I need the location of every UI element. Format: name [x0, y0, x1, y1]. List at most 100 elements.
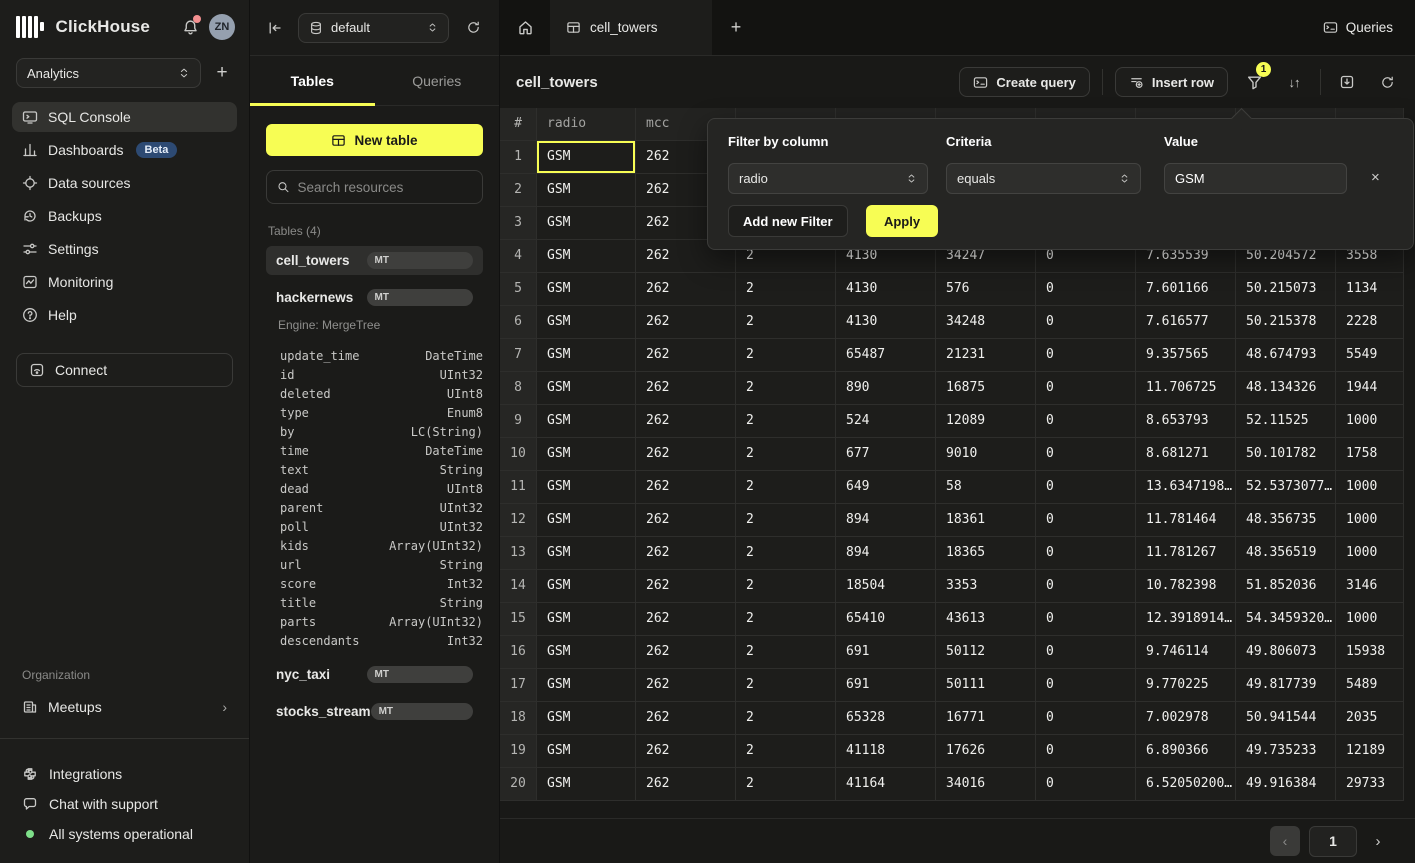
table-cell[interactable]: 50.215378 [1236, 306, 1336, 339]
table-cell[interactable]: GSM [537, 702, 636, 735]
add-new-filter-button[interactable]: Add new Filter [728, 205, 848, 237]
table-cell[interactable]: 2 [736, 702, 836, 735]
table-cell[interactable]: 1000 [1336, 471, 1404, 504]
table-cell[interactable]: 3353 [936, 570, 1036, 603]
table-cell[interactable]: 18365 [936, 537, 1036, 570]
table-cell[interactable]: 2 [736, 570, 836, 603]
table-cell[interactable]: 18504 [836, 570, 936, 603]
table-cell[interactable]: 262 [636, 537, 736, 570]
table-cell[interactable]: 262 [636, 636, 736, 669]
table-cell[interactable]: 262 [636, 273, 736, 306]
table-cell[interactable]: 0 [1036, 471, 1136, 504]
sidebar-item-system-status[interactable]: All systems operational [0, 819, 249, 849]
table-cell[interactable]: 0 [1036, 306, 1136, 339]
table-cell[interactable]: 11.781267 [1136, 537, 1236, 570]
table-cell[interactable]: 21231 [936, 339, 1036, 372]
table-cell[interactable]: 2 [736, 636, 836, 669]
column-header[interactable]: radio [537, 108, 636, 141]
table-cell[interactable]: 48.356735 [1236, 504, 1336, 537]
table-cell[interactable]: 8.681271 [1136, 438, 1236, 471]
row-number-cell[interactable]: 14 [500, 570, 537, 603]
sidebar-item-backups[interactable]: Backups [12, 201, 237, 231]
table-cell[interactable]: 262 [636, 570, 736, 603]
table-cell[interactable]: 48.356519 [1236, 537, 1336, 570]
table-cell[interactable]: 3146 [1336, 570, 1404, 603]
table-cell[interactable]: 17626 [936, 735, 1036, 768]
table-cell[interactable]: 5549 [1336, 339, 1404, 372]
row-number-cell[interactable]: 5 [500, 273, 537, 306]
table-cell[interactable]: GSM [537, 669, 636, 702]
table-cell[interactable]: 41118 [836, 735, 936, 768]
table-cell[interactable]: 48.134326 [1236, 372, 1336, 405]
table-cell[interactable]: 0 [1036, 570, 1136, 603]
refresh-tables-icon[interactable] [461, 16, 485, 40]
table-cell[interactable]: 1000 [1336, 504, 1404, 537]
sidebar-item-data-sources[interactable]: Data sources [12, 168, 237, 198]
table-cell[interactable]: 50.101782 [1236, 438, 1336, 471]
table-cell[interactable]: 262 [636, 735, 736, 768]
export-button[interactable] [1333, 68, 1361, 96]
table-cell[interactable]: 9.357565 [1136, 339, 1236, 372]
table-cell[interactable]: 262 [636, 669, 736, 702]
previous-page-button[interactable]: ‹ [1270, 826, 1300, 856]
table-cell[interactable]: 4130 [836, 273, 936, 306]
sidebar-item-chat-support[interactable]: Chat with support [0, 789, 249, 819]
table-cell[interactable]: 9010 [936, 438, 1036, 471]
table-cell[interactable]: 1000 [1336, 537, 1404, 570]
table-cell[interactable]: 65410 [836, 603, 936, 636]
notifications-bell-icon[interactable] [179, 16, 201, 38]
table-cell[interactable]: 12089 [936, 405, 1036, 438]
row-number-cell[interactable]: 1 [500, 141, 537, 174]
table-cell[interactable]: 576 [936, 273, 1036, 306]
table-cell[interactable]: 4130 [836, 306, 936, 339]
row-number-cell[interactable]: 19 [500, 735, 537, 768]
table-cell[interactable]: 51.852036 [1236, 570, 1336, 603]
table-cell[interactable]: 262 [636, 603, 736, 636]
table-cell[interactable]: 12189 [1336, 735, 1404, 768]
column-header[interactable]: # [500, 108, 537, 141]
table-cell[interactable]: 16771 [936, 702, 1036, 735]
table-cell[interactable]: 677 [836, 438, 936, 471]
table-cell[interactable]: 1134 [1336, 273, 1404, 306]
table-cell[interactable]: GSM [537, 735, 636, 768]
apply-filter-button[interactable]: Apply [866, 205, 938, 237]
table-cell[interactable]: 0 [1036, 735, 1136, 768]
row-number-cell[interactable]: 7 [500, 339, 537, 372]
refresh-data-button[interactable] [1373, 68, 1401, 96]
filter-value-input[interactable] [1175, 171, 1336, 186]
table-cell[interactable]: 50112 [936, 636, 1036, 669]
table-item-stocks-stream[interactable]: stocks_stream MT [266, 697, 483, 726]
table-cell[interactable]: GSM [537, 240, 636, 273]
table-cell[interactable]: 894 [836, 504, 936, 537]
table-cell[interactable]: 0 [1036, 504, 1136, 537]
current-page-indicator[interactable]: 1 [1309, 826, 1357, 857]
sidebar-item-sql-console[interactable]: SQL Console [12, 102, 237, 132]
sort-button[interactable]: ↓↑ [1280, 68, 1308, 96]
table-cell[interactable]: GSM [537, 174, 636, 207]
table-cell[interactable]: 11.706725 [1136, 372, 1236, 405]
queries-button[interactable]: Queries [1301, 0, 1415, 55]
open-new-tab-button[interactable]: + [712, 0, 760, 55]
table-cell[interactable]: 41164 [836, 768, 936, 801]
table-cell[interactable]: 49.735233 [1236, 735, 1336, 768]
filter-column-select[interactable]: radio [728, 163, 928, 194]
table-cell[interactable]: 18361 [936, 504, 1036, 537]
row-number-cell[interactable]: 11 [500, 471, 537, 504]
table-cell[interactable]: GSM [537, 372, 636, 405]
row-number-cell[interactable]: 20 [500, 768, 537, 801]
table-cell[interactable]: 0 [1036, 768, 1136, 801]
table-cell[interactable]: 262 [636, 768, 736, 801]
table-cell[interactable]: 6.890366 [1136, 735, 1236, 768]
table-cell[interactable]: GSM [537, 636, 636, 669]
table-cell[interactable]: 524 [836, 405, 936, 438]
table-cell[interactable]: 0 [1036, 603, 1136, 636]
table-cell[interactable]: 58 [936, 471, 1036, 504]
table-cell[interactable]: 2 [736, 735, 836, 768]
table-cell[interactable]: 7.616577 [1136, 306, 1236, 339]
table-cell[interactable]: 691 [836, 636, 936, 669]
row-number-cell[interactable]: 12 [500, 504, 537, 537]
database-selector[interactable]: default [298, 13, 449, 43]
table-cell[interactable]: 0 [1036, 273, 1136, 306]
table-cell[interactable]: 2035 [1336, 702, 1404, 735]
home-tab-button[interactable] [500, 0, 550, 55]
